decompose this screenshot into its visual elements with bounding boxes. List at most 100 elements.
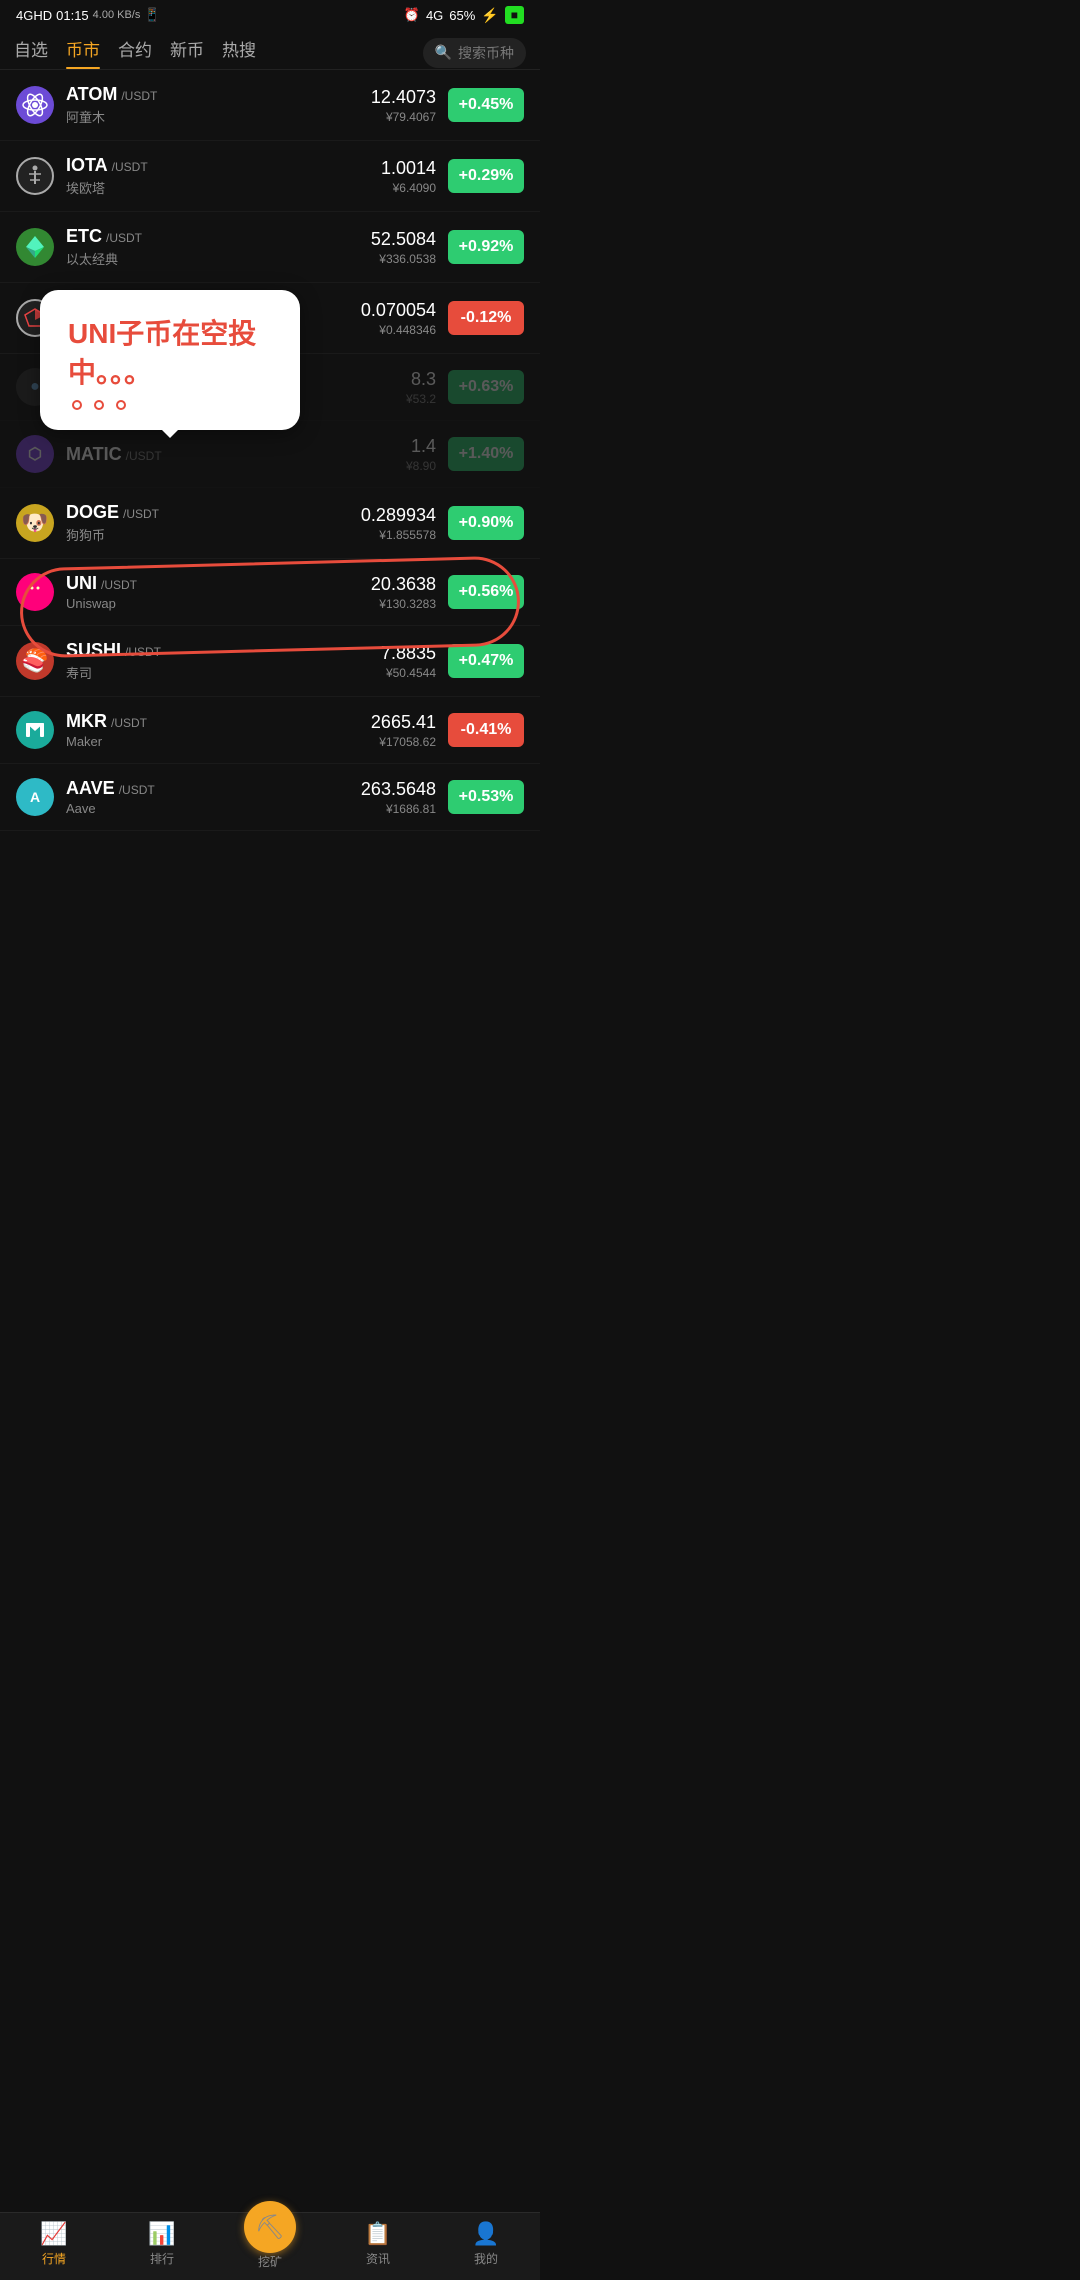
poly-icon: ⬡	[16, 435, 54, 473]
sushi-pair: /USDT	[125, 645, 161, 659]
coin-row-aave[interactable]: A AAVE /USDT Aave 263.5648 ¥1686.81 +0.5…	[0, 764, 540, 831]
mkr-pair: /USDT	[111, 716, 147, 730]
hidden2-price: 1.4 ¥8.90	[406, 436, 436, 473]
iota-price: 1.0014 ¥6.4090	[381, 158, 436, 195]
uni-pair: /USDT	[101, 578, 137, 592]
coin-row-uni[interactable]: UNI /USDT Uniswap 20.3638 ¥130.3283 +0.5…	[0, 559, 540, 626]
paihang-icon: 📊	[148, 2221, 175, 2247]
sushi-cn: 寿司	[66, 663, 381, 682]
etc-icon	[16, 228, 54, 266]
aave-cn: Aave	[66, 801, 361, 816]
nav-mining[interactable]: ⛏ 挖矿	[216, 2213, 324, 2280]
bubble-text: UNI子币在空投中。。。	[68, 314, 272, 392]
atom-info: ATOM /USDT 阿童木	[66, 84, 371, 126]
sushi-icon: 🍣	[16, 642, 54, 680]
coin-list: ATOM /USDT 阿童木 12.4073 ¥79.4067 +0.45% I…	[0, 70, 540, 831]
paihang-label: 排行	[150, 2250, 174, 2267]
search-placeholder: 搜索币种	[458, 43, 514, 63]
uni-icon	[16, 573, 54, 611]
mining-label: 挖矿	[258, 2253, 282, 2270]
nav-hangqing[interactable]: 📈 行情	[0, 2213, 108, 2280]
coin-row-mkr[interactable]: MKR /USDT Maker 2665.41 ¥17058.62 -0.41%	[0, 697, 540, 764]
sushi-symbol: SUSHI	[66, 640, 121, 661]
coin-row-iota[interactable]: IOTA /USDT 埃欧塔 1.0014 ¥6.4090 +0.29%	[0, 141, 540, 212]
mkr-icon	[16, 711, 54, 749]
hidden1-price: 8.3 ¥53.2	[406, 369, 436, 406]
tab-heyue[interactable]: 合约	[118, 36, 152, 69]
status-right: ⏰ 4G 65% ⚡ ■	[404, 6, 524, 24]
hangqing-label: 行情	[42, 2250, 66, 2267]
wode-icon: 👤	[472, 2221, 499, 2247]
tab-xinbi[interactable]: 新币	[170, 36, 204, 69]
coin-row-hidden2[interactable]: ⬡ MATIC /USDT 1.4 ¥8.90 +1.40%	[0, 421, 540, 488]
status-bar: 4GHD 01:15 4.00 KB/s 📱 ⏰ 4G 65% ⚡ ■	[0, 0, 540, 28]
coin-row-sushi[interactable]: 🍣 SUSHI /USDT 寿司 7.8835 ¥50.4544 +0.47%	[0, 626, 540, 697]
trx-price: 0.070054 ¥0.448346	[361, 300, 436, 337]
doge-info: DOGE /USDT 狗狗币	[66, 502, 361, 544]
atom-cn: 阿童木	[66, 107, 371, 126]
etc-change: +0.92%	[448, 230, 524, 264]
sim-icon: 📱	[144, 7, 160, 23]
time: 01:15	[56, 8, 89, 23]
tab-bibi[interactable]: 币市	[66, 36, 100, 69]
alarm-icon: ⏰	[404, 7, 420, 23]
search-icon: 🔍	[435, 44, 452, 61]
nav-wode[interactable]: 👤 我的	[432, 2213, 540, 2280]
mkr-symbol: MKR	[66, 711, 107, 732]
zixun-icon: 📋	[364, 2221, 391, 2247]
battery-icon: ■	[505, 6, 524, 24]
aave-price: 263.5648 ¥1686.81	[361, 779, 436, 816]
doge-pair: /USDT	[123, 507, 159, 521]
atom-symbol: ATOM	[66, 84, 117, 105]
etc-pair: /USDT	[106, 231, 142, 245]
bolt-icon: ⚡	[481, 7, 498, 24]
coin-row-doge[interactable]: 🐶 DOGE /USDT 狗狗币 0.289934 ¥1.855578 +0.9…	[0, 488, 540, 559]
hangqing-icon: 📈	[40, 2221, 67, 2247]
doge-cn: 狗狗币	[66, 525, 361, 544]
sushi-price: 7.8835 ¥50.4544	[381, 643, 436, 680]
etc-info: ETC /USDT 以太经典	[66, 226, 371, 268]
etc-symbol: ETC	[66, 226, 102, 247]
aave-info: AAVE /USDT Aave	[66, 778, 361, 816]
hidden1-change: +0.63%	[448, 370, 524, 404]
hidden2-info: MATIC /USDT	[66, 444, 406, 465]
uni-price: 20.3638 ¥130.3283	[371, 574, 436, 611]
iota-info: IOTA /USDT 埃欧塔	[66, 155, 381, 197]
atom-pair: /USDT	[121, 89, 157, 103]
doge-change: +0.90%	[448, 506, 524, 540]
speed: 4.00 KB/s	[93, 9, 141, 21]
nav-paihang[interactable]: 📊 排行	[108, 2213, 216, 2280]
aave-icon: A	[16, 778, 54, 816]
tab-resou[interactable]: 热搜	[222, 36, 256, 69]
aave-pair: /USDT	[119, 783, 155, 797]
atom-change: +0.45%	[448, 88, 524, 122]
hidden2-change: +1.40%	[448, 437, 524, 471]
iota-icon	[16, 157, 54, 195]
atom-price: 12.4073 ¥79.4067	[371, 87, 436, 124]
coin-row-atom[interactable]: ATOM /USDT 阿童木 12.4073 ¥79.4067 +0.45%	[0, 70, 540, 141]
iota-symbol: IOTA	[66, 155, 108, 176]
uni-change: +0.56%	[448, 575, 524, 609]
mkr-change: -0.41%	[448, 713, 524, 747]
svg-text:A: A	[30, 789, 40, 805]
aave-symbol: AAVE	[66, 778, 115, 799]
status-left: 4GHD 01:15 4.00 KB/s 📱	[16, 7, 161, 23]
mkr-cn: Maker	[66, 734, 371, 749]
search-box[interactable]: 🔍 搜索币种	[423, 38, 526, 68]
signal-4g: 4G	[426, 8, 443, 23]
uni-info: UNI /USDT Uniswap	[66, 573, 371, 611]
aave-change: +0.53%	[448, 780, 524, 814]
nav-zixun[interactable]: 📋 资讯	[324, 2213, 432, 2280]
dot-1	[72, 400, 82, 410]
mkr-info: MKR /USDT Maker	[66, 711, 371, 749]
tab-zixuan[interactable]: 自选	[14, 36, 48, 69]
dot-2	[94, 400, 104, 410]
sushi-info: SUSHI /USDT 寿司	[66, 640, 381, 682]
etc-cn: 以太经典	[66, 249, 371, 268]
coin-row-etc[interactable]: ETC /USDT 以太经典 52.5084 ¥336.0538 +0.92%	[0, 212, 540, 283]
wode-label: 我的	[474, 2250, 498, 2267]
doge-price: 0.289934 ¥1.855578	[361, 505, 436, 542]
iota-pair: /USDT	[112, 160, 148, 174]
bottom-nav: 📈 行情 📊 排行 ⛏ 挖矿 📋 资讯 👤 我的	[0, 2212, 540, 2280]
nav-tabs: 自选 币市 合约 新币 热搜 🔍 搜索币种	[0, 28, 540, 70]
